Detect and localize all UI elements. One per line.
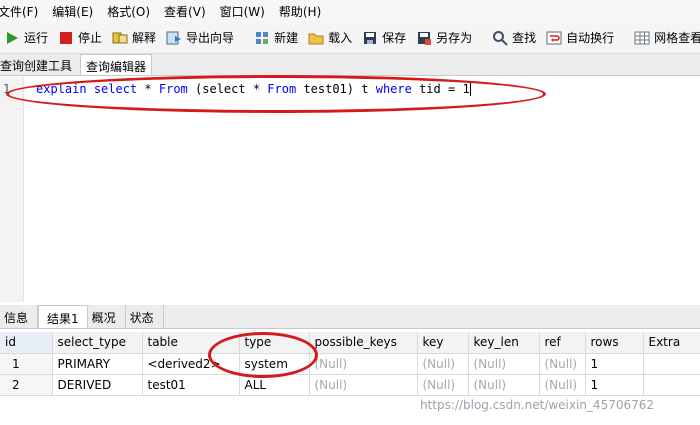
save-button[interactable]: 保存 — [358, 24, 410, 52]
table-row[interactable]: 2 DERIVED test01 ALL (Null) (Null) (Null… — [0, 374, 700, 396]
table-cell[interactable]: (Null) — [468, 374, 540, 396]
editor-tab-bar: 查询创建工具 查询编辑器 — [0, 54, 700, 76]
result-grid: id select_type table type possible_keys … — [0, 332, 700, 396]
table-cell[interactable] — [643, 374, 700, 396]
table-cell[interactable]: (Null) — [309, 353, 418, 375]
sql-editor[interactable]: 1 explain select * From (select * From t… — [0, 75, 700, 302]
table-cell[interactable] — [643, 353, 700, 375]
table-cell[interactable]: PRIMARY — [52, 353, 143, 375]
column-header[interactable]: key — [417, 332, 469, 354]
export-wizard-button[interactable]: 导出向导 — [162, 24, 238, 52]
auto-wrap-button[interactable]: 自动换行 — [542, 24, 618, 52]
new-query-icon — [256, 31, 269, 44]
new-button[interactable]: 新建 — [250, 24, 302, 52]
table-cell[interactable]: (Null) — [417, 374, 469, 396]
table-cell[interactable]: (Null) — [309, 374, 418, 396]
menu-window[interactable]: 窗口(W) — [220, 3, 271, 20]
column-header[interactable]: rows — [585, 332, 644, 354]
column-header[interactable]: select_type — [52, 332, 143, 354]
result-tab-bar: 信息 结果1 概况 状态 — [0, 305, 700, 329]
column-header[interactable]: possible_keys — [309, 332, 418, 354]
stop-button[interactable]: 停止 — [54, 24, 106, 52]
menu-edit[interactable]: 编辑(E) — [52, 3, 99, 20]
annotation-oval-type — [208, 332, 318, 378]
save-as-icon — [418, 31, 432, 45]
annotation-oval-query — [6, 75, 546, 113]
folder-icon — [308, 33, 324, 44]
table-cell[interactable]: (Null) — [539, 353, 586, 375]
column-header[interactable]: Extra — [643, 332, 700, 354]
save-icon — [364, 31, 377, 44]
line-gutter — [0, 77, 24, 302]
column-header[interactable]: id — [0, 332, 53, 354]
table-cell[interactable]: 1 — [585, 374, 644, 396]
tab-result1[interactable]: 结果1 — [38, 305, 88, 328]
table-cell[interactable]: 1 — [585, 353, 644, 375]
table-cell[interactable]: (Null) — [539, 374, 586, 396]
load-button[interactable]: 载入 — [304, 24, 356, 52]
export-wizard-label: 导出向导 — [186, 31, 235, 45]
run-icon — [7, 31, 18, 44]
find-button[interactable]: 查找 — [488, 24, 540, 52]
table-cell[interactable]: 1 — [0, 353, 53, 375]
new-label: 新建 — [274, 31, 299, 45]
tab-status[interactable]: 状态 — [126, 305, 164, 328]
load-label: 载入 — [328, 31, 353, 45]
table-cell[interactable]: 2 — [0, 374, 53, 396]
tab-query-builder[interactable]: 查询创建工具 — [0, 54, 76, 75]
stop-label: 停止 — [78, 31, 103, 45]
grid-view-button[interactable]: 网格查看 — [630, 24, 700, 52]
table-cell[interactable]: (Null) — [468, 353, 540, 375]
menu-file[interactable]: 文件(F) — [0, 3, 44, 20]
menu-view[interactable]: 查看(V) — [164, 3, 212, 20]
tab-info[interactable]: 信息 — [0, 305, 39, 328]
toolbar: 运行 停止 解释 导出向导 新建 载入 保存 另存为 查找 自动换行 网格查看 — [0, 22, 700, 54]
run-button[interactable]: 运行 — [0, 24, 52, 52]
stop-icon — [60, 31, 73, 44]
column-header[interactable]: key_len — [468, 332, 540, 354]
auto-wrap-label: 自动换行 — [566, 31, 615, 45]
search-icon — [493, 30, 508, 46]
wrap-icon — [546, 31, 562, 44]
save-label: 保存 — [382, 31, 407, 45]
tab-query-editor[interactable]: 查询编辑器 — [80, 54, 153, 75]
find-label: 查找 — [512, 31, 537, 45]
table-cell[interactable]: DERIVED — [52, 374, 143, 396]
table-row[interactable]: 1 PRIMARY <derived2> system (Null) (Null… — [0, 353, 700, 375]
run-label: 运行 — [24, 31, 49, 45]
explain-button[interactable]: 解释 — [108, 24, 160, 52]
save-as-label: 另存为 — [436, 31, 473, 45]
tab-overview[interactable]: 概况 — [88, 305, 126, 328]
menu-format[interactable]: 格式(O) — [107, 3, 156, 20]
menu-bar: 文件(F) 编辑(E) 格式(O) 查看(V) 窗口(W) 帮助(H) — [0, 0, 700, 22]
explain-icon — [112, 32, 128, 43]
watermark-text: https://blog.csdn.net/weixin_45706762 — [420, 398, 655, 412]
table-cell[interactable]: test01 — [142, 374, 240, 396]
grid-view-label: 网格查看 — [654, 31, 700, 45]
grid-icon — [634, 31, 650, 44]
header-row: id select_type table type possible_keys … — [0, 332, 700, 354]
export-icon — [166, 31, 182, 44]
save-as-button[interactable]: 另存为 — [412, 24, 476, 52]
table-cell[interactable]: (Null) — [417, 353, 469, 375]
menu-help[interactable]: 帮助(H) — [279, 3, 327, 20]
explain-label: 解释 — [132, 31, 157, 45]
column-header[interactable]: ref — [539, 332, 586, 354]
